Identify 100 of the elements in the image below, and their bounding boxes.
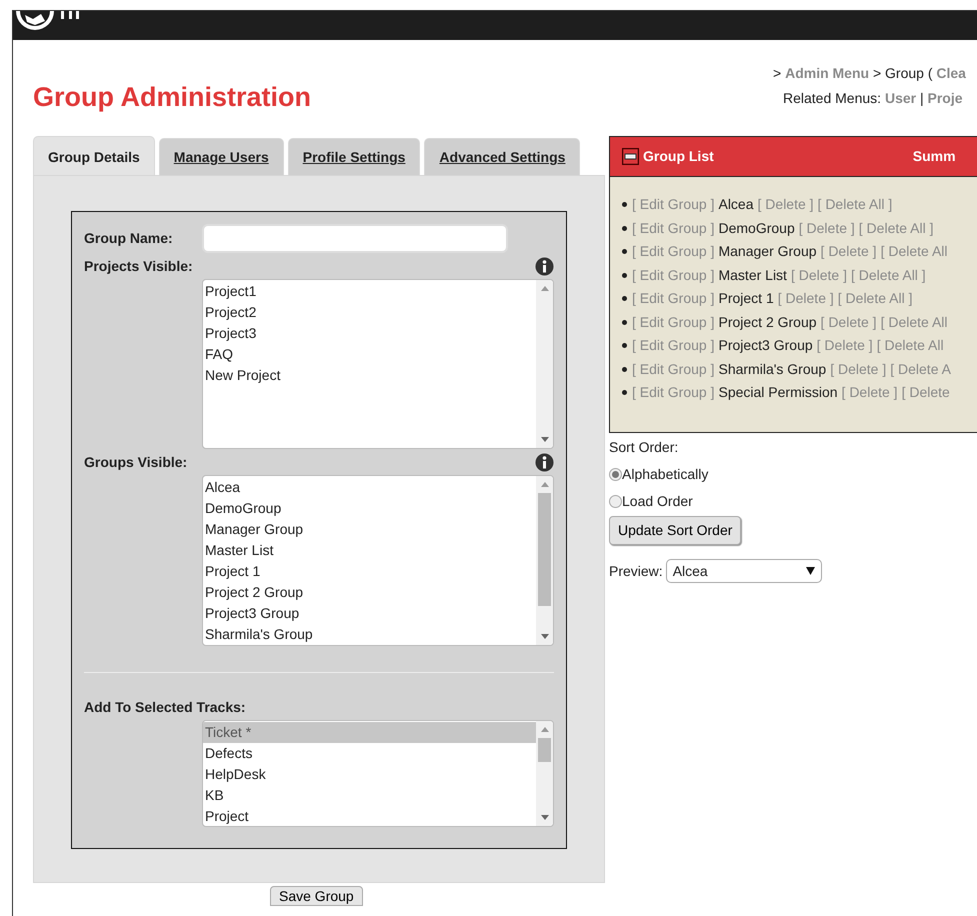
related-menu-link[interactable]: User [884, 90, 916, 106]
save-group-button[interactable]: Save Group [270, 886, 363, 906]
edit-group-link[interactable]: [ Edit Group ] [632, 358, 714, 381]
field-label: Group Name: [84, 229, 173, 248]
delete-all-link[interactable]: [ Delete All [880, 310, 948, 334]
tab[interactable]: Advanced Settings [424, 138, 580, 176]
page-title: Group Administration [33, 81, 312, 114]
preview-label: Preview: [609, 562, 663, 580]
logo-icon[interactable] [15, 11, 55, 31]
scrollbar[interactable] [536, 476, 553, 646]
delete-link[interactable]: [ Delete ] [758, 193, 814, 216]
delete-link[interactable]: [ Delete ] [816, 334, 873, 358]
field-label: Add To Selected Tracks: [84, 698, 246, 718]
collapse-icon[interactable] [622, 148, 639, 165]
group-name: Special Permission [718, 383, 838, 402]
info-icon[interactable] [535, 453, 554, 472]
delete-link[interactable]: [ Delete ] [798, 216, 855, 240]
group-name: DemoGroup [718, 218, 795, 238]
list-option[interactable]: Project3 Group [203, 603, 536, 624]
edit-group-link[interactable]: [ Edit Group ] [632, 287, 714, 310]
update-sort-order-button[interactable]: Update Sort Order [609, 516, 742, 545]
list-option[interactable]: HelpDesk [203, 764, 536, 786]
delete-all-link[interactable]: [ Delete All [880, 240, 948, 264]
list-option[interactable]: Project1 [203, 281, 536, 302]
list-option[interactable]: Project3 [203, 323, 536, 344]
preview-select[interactable]: Alcea [666, 559, 822, 583]
list-option[interactable]: Manager Group [203, 519, 536, 540]
breadcrumb-separator: > [773, 65, 782, 81]
delete-all-link[interactable]: [ Delete All [876, 334, 944, 358]
edit-group-link[interactable]: [ Edit Group ] [632, 193, 714, 216]
bullet-icon [622, 343, 627, 348]
summary-link[interactable]: Summ [912, 146, 956, 167]
bullet-icon [622, 390, 627, 396]
group-name: Master List [718, 266, 787, 284]
radio-label[interactable]: Load Order [622, 491, 693, 512]
edit-group-link[interactable]: [ Edit Group ] [632, 264, 714, 287]
tab[interactable]: Manage Users [158, 138, 284, 176]
breadcrumb-link[interactable]: Admin Menu [785, 65, 870, 81]
list-option[interactable]: FAQ [203, 344, 536, 366]
group-name: Alcea [718, 195, 754, 214]
breadcrumb-link[interactable]: Clea [936, 65, 966, 81]
edit-group-link[interactable]: [ Edit Group ] [632, 240, 714, 264]
radio-label[interactable]: Alphabetically [622, 464, 708, 485]
list-option[interactable]: KB [203, 785, 536, 806]
list-box[interactable]: Alcea DemoGroup Manager Group Master List Project 1 Project 2 Group Project3 Group Sharmila's Group [202, 475, 554, 646]
bullet-icon [622, 226, 627, 231]
delete-all-link[interactable]: [ Delete All ] [850, 264, 926, 287]
delete-all-link[interactable]: [ Delete All ] [858, 216, 934, 240]
edit-group-link[interactable]: [ Edit Group ] [632, 334, 714, 358]
group-list-title: Group List [643, 147, 714, 166]
delete-all-link[interactable]: [ Delete [902, 381, 950, 404]
bullet-icon [622, 366, 627, 372]
related-menus-label: Related Menus: [783, 90, 882, 106]
group-name-field[interactable] [202, 224, 508, 254]
caret-icon[interactable] [806, 567, 815, 575]
delete-link[interactable]: [ Delete ] [830, 358, 886, 381]
delete-all-link[interactable]: [ Delete A [890, 358, 951, 381]
radio-button[interactable] [609, 495, 622, 508]
list-option[interactable]: Sharmila's Group [203, 624, 536, 646]
list-option[interactable]: New Project [203, 365, 536, 386]
bullet-icon [622, 249, 627, 254]
field-label: Projects Visible: [84, 257, 193, 276]
edit-group-link[interactable]: [ Edit Group ] [632, 310, 714, 334]
group-name: Manager Group [718, 242, 817, 261]
bullet-icon [622, 202, 627, 208]
related-menu-link[interactable]: Proje [928, 90, 963, 106]
tab[interactable]: Profile Settings [288, 138, 420, 176]
info-icon[interactable] [535, 257, 554, 276]
list-box[interactable]: Project1 Project2 Project3 FAQ New Project [202, 279, 554, 450]
group-name: Project 1 [718, 289, 774, 308]
field-label: Groups Visible: [84, 453, 188, 472]
list-option[interactable]: Defects [203, 743, 536, 764]
list-option[interactable]: Ticket * [203, 722, 536, 744]
list-option[interactable]: Project 2 Group [203, 582, 536, 604]
group-name: Sharmila's Group [718, 360, 826, 379]
list-box[interactable]: Ticket * Defects HelpDesk KB Project [202, 720, 554, 828]
list-option[interactable]: Alcea [203, 477, 536, 498]
list-option[interactable]: Master List [203, 540, 536, 562]
scrollbar[interactable] [536, 280, 553, 448]
bullet-icon [622, 272, 627, 278]
list-option[interactable]: Project [203, 806, 536, 826]
delete-all-link[interactable]: [ Delete All ] [838, 287, 912, 310]
delete-all-link[interactable]: [ Delete All ] [818, 193, 892, 216]
delete-link[interactable]: [ Delete ] [820, 240, 877, 264]
delete-link[interactable]: [ Delete ] [790, 264, 847, 287]
list-option[interactable]: DemoGroup [203, 498, 536, 520]
radio-button[interactable] [609, 468, 622, 481]
delete-link[interactable]: [ Delete ] [842, 381, 898, 404]
delete-link[interactable]: [ Delete ] [820, 310, 877, 334]
link-separator: | [920, 90, 924, 106]
tab[interactable]: Group Details [33, 136, 155, 176]
edit-group-link[interactable]: [ Edit Group ] [632, 381, 714, 404]
breadcrumb-text: > Group ( [872, 65, 932, 81]
group-name: Project 2 Group [718, 312, 817, 332]
list-option[interactable]: Project 1 [203, 561, 536, 582]
scrollbar[interactable] [536, 721, 553, 826]
bullet-icon [622, 296, 627, 302]
list-option[interactable]: Project2 [203, 302, 536, 324]
edit-group-link[interactable]: [ Edit Group ] [632, 216, 714, 240]
delete-link[interactable]: [ Delete ] [778, 287, 834, 310]
